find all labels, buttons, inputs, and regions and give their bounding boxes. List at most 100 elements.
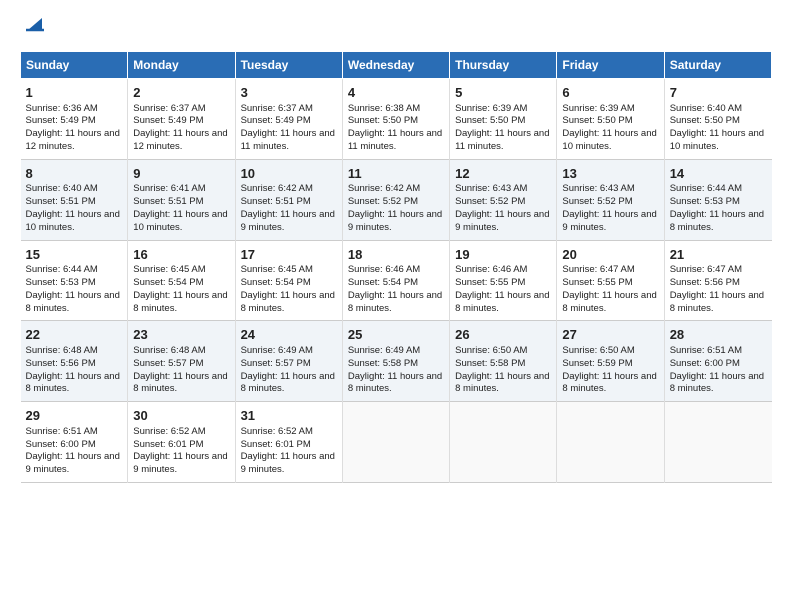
daylight-text: Daylight: 11 hours and 11 minutes. xyxy=(455,128,551,154)
calendar-cell: 20Sunrise: 6:47 AMSunset: 5:55 PMDayligh… xyxy=(557,240,664,321)
calendar-cell: 14Sunrise: 6:44 AMSunset: 5:53 PMDayligh… xyxy=(664,159,771,240)
daylight-text: Daylight: 11 hours and 8 minutes. xyxy=(26,290,123,316)
sunrise-text: Sunrise: 6:43 AM xyxy=(562,183,658,196)
sunrise-text: Sunrise: 6:38 AM xyxy=(348,103,444,116)
day-number: 20 xyxy=(562,246,658,264)
day-number: 8 xyxy=(26,165,123,183)
day-number: 18 xyxy=(348,246,444,264)
calendar-week-row: 8Sunrise: 6:40 AMSunset: 5:51 PMDaylight… xyxy=(21,159,772,240)
calendar-cell: 13Sunrise: 6:43 AMSunset: 5:52 PMDayligh… xyxy=(557,159,664,240)
daylight-text: Daylight: 11 hours and 9 minutes. xyxy=(133,451,229,477)
calendar-header-cell: Tuesday xyxy=(235,52,342,79)
calendar-week-row: 29Sunrise: 6:51 AMSunset: 6:00 PMDayligh… xyxy=(21,402,772,483)
calendar-cell: 30Sunrise: 6:52 AMSunset: 6:01 PMDayligh… xyxy=(128,402,235,483)
calendar-cell xyxy=(450,402,557,483)
calendar-header-cell: Saturday xyxy=(664,52,771,79)
calendar-cell: 2Sunrise: 6:37 AMSunset: 5:49 PMDaylight… xyxy=(128,79,235,160)
sunset-text: Sunset: 5:49 PM xyxy=(26,115,123,128)
day-number: 27 xyxy=(562,326,658,344)
calendar-body: 1Sunrise: 6:36 AMSunset: 5:49 PMDaylight… xyxy=(21,79,772,483)
sunrise-text: Sunrise: 6:43 AM xyxy=(455,183,551,196)
daylight-text: Daylight: 11 hours and 10 minutes. xyxy=(133,209,229,235)
sunrise-text: Sunrise: 6:40 AM xyxy=(670,103,767,116)
sunrise-text: Sunrise: 6:41 AM xyxy=(133,183,229,196)
daylight-text: Daylight: 11 hours and 8 minutes. xyxy=(670,371,767,397)
calendar-cell: 31Sunrise: 6:52 AMSunset: 6:01 PMDayligh… xyxy=(235,402,342,483)
daylight-text: Daylight: 11 hours and 9 minutes. xyxy=(455,209,551,235)
sunset-text: Sunset: 5:55 PM xyxy=(455,277,551,290)
calendar-cell: 4Sunrise: 6:38 AMSunset: 5:50 PMDaylight… xyxy=(342,79,449,160)
calendar-cell: 29Sunrise: 6:51 AMSunset: 6:00 PMDayligh… xyxy=(21,402,128,483)
calendar-cell: 16Sunrise: 6:45 AMSunset: 5:54 PMDayligh… xyxy=(128,240,235,321)
sunrise-text: Sunrise: 6:37 AM xyxy=(241,103,337,116)
daylight-text: Daylight: 11 hours and 10 minutes. xyxy=(26,209,123,235)
page-container: SundayMondayTuesdayWednesdayThursdayFrid… xyxy=(0,0,792,493)
day-number: 5 xyxy=(455,84,551,102)
daylight-text: Daylight: 11 hours and 9 minutes. xyxy=(241,209,337,235)
calendar-week-row: 22Sunrise: 6:48 AMSunset: 5:56 PMDayligh… xyxy=(21,321,772,402)
sunrise-text: Sunrise: 6:48 AM xyxy=(26,345,123,358)
sunrise-text: Sunrise: 6:39 AM xyxy=(562,103,658,116)
day-number: 28 xyxy=(670,326,767,344)
calendar-cell: 5Sunrise: 6:39 AMSunset: 5:50 PMDaylight… xyxy=(450,79,557,160)
sunset-text: Sunset: 5:53 PM xyxy=(670,196,767,209)
sunrise-text: Sunrise: 6:46 AM xyxy=(455,264,551,277)
day-number: 2 xyxy=(133,84,229,102)
calendar-cell: 28Sunrise: 6:51 AMSunset: 6:00 PMDayligh… xyxy=(664,321,771,402)
daylight-text: Daylight: 11 hours and 8 minutes. xyxy=(455,290,551,316)
daylight-text: Daylight: 11 hours and 8 minutes. xyxy=(670,209,767,235)
sunset-text: Sunset: 5:49 PM xyxy=(133,115,229,128)
calendar-cell: 8Sunrise: 6:40 AMSunset: 5:51 PMDaylight… xyxy=(21,159,128,240)
daylight-text: Daylight: 11 hours and 9 minutes. xyxy=(241,451,337,477)
day-number: 16 xyxy=(133,246,229,264)
sunset-text: Sunset: 5:54 PM xyxy=(241,277,337,290)
daylight-text: Daylight: 11 hours and 11 minutes. xyxy=(348,128,444,154)
daylight-text: Daylight: 11 hours and 8 minutes. xyxy=(670,290,767,316)
day-number: 9 xyxy=(133,165,229,183)
day-number: 15 xyxy=(26,246,123,264)
sunset-text: Sunset: 6:00 PM xyxy=(26,439,123,452)
sunset-text: Sunset: 5:53 PM xyxy=(26,277,123,290)
calendar-cell xyxy=(664,402,771,483)
daylight-text: Daylight: 11 hours and 8 minutes. xyxy=(241,290,337,316)
sunset-text: Sunset: 5:57 PM xyxy=(241,358,337,371)
daylight-text: Daylight: 11 hours and 8 minutes. xyxy=(562,290,658,316)
sunrise-text: Sunrise: 6:36 AM xyxy=(26,103,123,116)
sunset-text: Sunset: 6:01 PM xyxy=(133,439,229,452)
sunrise-text: Sunrise: 6:40 AM xyxy=(26,183,123,196)
daylight-text: Daylight: 11 hours and 8 minutes. xyxy=(562,371,658,397)
calendar-cell: 19Sunrise: 6:46 AMSunset: 5:55 PMDayligh… xyxy=(450,240,557,321)
sunset-text: Sunset: 5:56 PM xyxy=(26,358,123,371)
day-number: 13 xyxy=(562,165,658,183)
sunrise-text: Sunrise: 6:50 AM xyxy=(562,345,658,358)
sunrise-text: Sunrise: 6:48 AM xyxy=(133,345,229,358)
sunset-text: Sunset: 5:57 PM xyxy=(133,358,229,371)
sunset-text: Sunset: 5:51 PM xyxy=(133,196,229,209)
sunrise-text: Sunrise: 6:45 AM xyxy=(241,264,337,277)
day-number: 25 xyxy=(348,326,444,344)
calendar-cell: 12Sunrise: 6:43 AMSunset: 5:52 PMDayligh… xyxy=(450,159,557,240)
day-number: 4 xyxy=(348,84,444,102)
daylight-text: Daylight: 11 hours and 12 minutes. xyxy=(26,128,123,154)
sunrise-text: Sunrise: 6:37 AM xyxy=(133,103,229,116)
calendar-cell: 17Sunrise: 6:45 AMSunset: 5:54 PMDayligh… xyxy=(235,240,342,321)
calendar-cell: 9Sunrise: 6:41 AMSunset: 5:51 PMDaylight… xyxy=(128,159,235,240)
calendar-header-row: SundayMondayTuesdayWednesdayThursdayFrid… xyxy=(21,52,772,79)
header xyxy=(20,16,772,39)
sunset-text: Sunset: 5:51 PM xyxy=(26,196,123,209)
sunrise-text: Sunrise: 6:46 AM xyxy=(348,264,444,277)
calendar-cell: 25Sunrise: 6:49 AMSunset: 5:58 PMDayligh… xyxy=(342,321,449,402)
calendar-cell: 3Sunrise: 6:37 AMSunset: 5:49 PMDaylight… xyxy=(235,79,342,160)
sunrise-text: Sunrise: 6:51 AM xyxy=(26,426,123,439)
daylight-text: Daylight: 11 hours and 10 minutes. xyxy=(670,128,767,154)
calendar-cell xyxy=(557,402,664,483)
sunset-text: Sunset: 5:54 PM xyxy=(133,277,229,290)
calendar-cell: 15Sunrise: 6:44 AMSunset: 5:53 PMDayligh… xyxy=(21,240,128,321)
daylight-text: Daylight: 11 hours and 9 minutes. xyxy=(348,209,444,235)
sunrise-text: Sunrise: 6:50 AM xyxy=(455,345,551,358)
day-number: 1 xyxy=(26,84,123,102)
sunrise-text: Sunrise: 6:45 AM xyxy=(133,264,229,277)
calendar-cell: 22Sunrise: 6:48 AMSunset: 5:56 PMDayligh… xyxy=(21,321,128,402)
daylight-text: Daylight: 11 hours and 8 minutes. xyxy=(133,371,229,397)
calendar-cell: 21Sunrise: 6:47 AMSunset: 5:56 PMDayligh… xyxy=(664,240,771,321)
